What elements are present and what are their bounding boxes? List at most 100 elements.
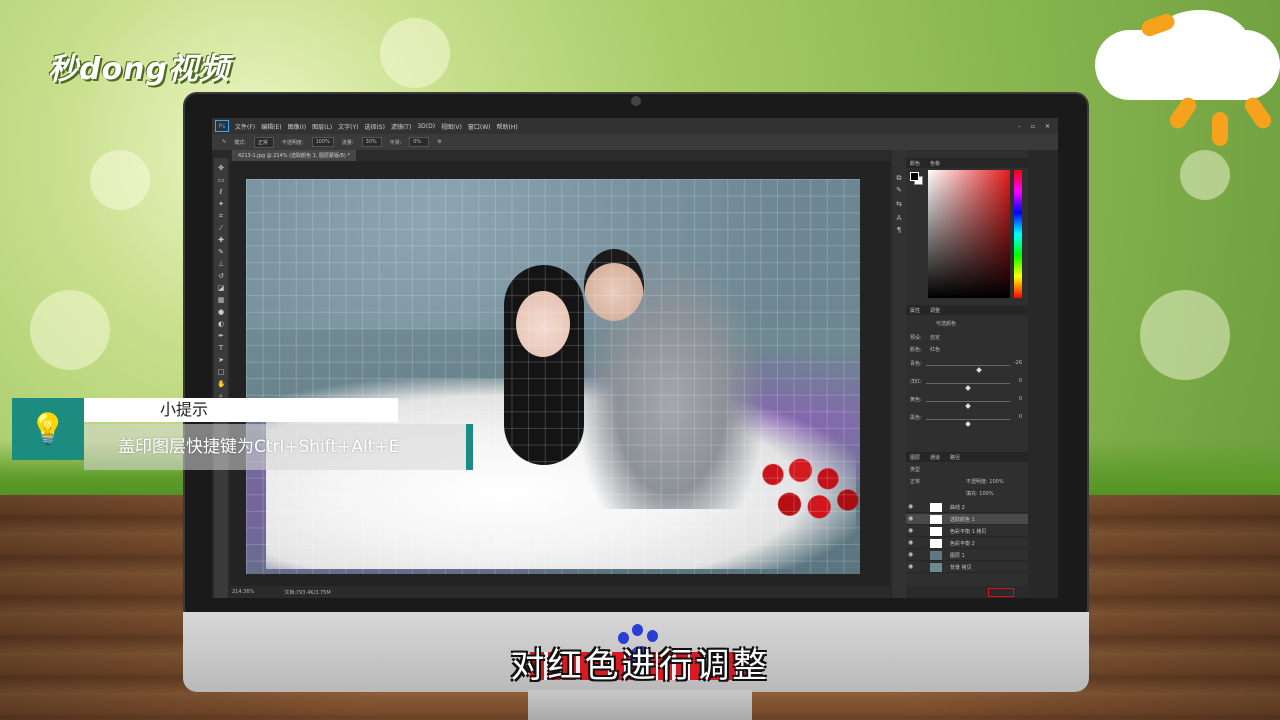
type-tool-icon[interactable]: T [217, 344, 225, 352]
crop-tool-icon[interactable]: ⌗ [217, 212, 225, 220]
menu-item-file[interactable]: 文件(F) [235, 122, 255, 131]
healing-brush-icon[interactable]: ✚ [217, 236, 225, 244]
properties-title-text: 可选颜色 [936, 321, 957, 327]
menu-item-view[interactable]: 视图(V) [441, 122, 462, 131]
eyedropper-icon[interactable]: ⁄ [217, 224, 225, 232]
slider-yellow[interactable]: 黄色: 0 [910, 396, 1022, 409]
slider-track[interactable] [926, 419, 1010, 427]
path-select-icon[interactable]: ➤ [217, 356, 225, 364]
doc-size: 文档:793.4K/3.75M [284, 589, 331, 596]
opacity-label: 不透明度: [281, 139, 304, 146]
hue-slider[interactable] [1014, 170, 1022, 298]
new-adjustment-layer-button[interactable] [988, 588, 1014, 597]
slider-magenta[interactable]: 洋红: 0 [910, 378, 1022, 391]
menu-item-image[interactable]: 图像(I) [288, 122, 306, 131]
webcam [631, 96, 641, 106]
slider-value[interactable]: 0 [1019, 396, 1022, 402]
color-picker-field[interactable] [928, 170, 1010, 298]
foreground-color-swatch[interactable] [910, 172, 919, 181]
slider-black[interactable]: 黑色: 0 [910, 414, 1022, 427]
bokeh-light [90, 150, 150, 210]
bokeh-light [1140, 290, 1230, 380]
layer-opacity[interactable]: 不透明度: 100% [966, 478, 1004, 485]
slider-value[interactable]: 0 [1019, 414, 1022, 420]
tab-layers[interactable]: 图层 [910, 454, 920, 461]
tab-swatches[interactable]: 色板 [930, 160, 940, 167]
menu-item-filter[interactable]: 滤镜(T) [391, 122, 411, 131]
brush-icon[interactable]: ✎ [222, 139, 226, 145]
slider-track[interactable] [926, 401, 1010, 409]
menu-item-edit[interactable]: 编辑(E) [261, 122, 281, 131]
layer-row[interactable]: ◉ 色彩平衡 1 拷贝 [906, 526, 1028, 537]
eye-icon[interactable]: ◉ [908, 552, 914, 558]
tab-properties[interactable]: 属性 [910, 307, 920, 314]
dodge-tool-icon[interactable]: ◐ [217, 320, 225, 328]
eraser-icon[interactable]: ◪ [217, 284, 225, 292]
eye-icon[interactable]: ◉ [908, 504, 914, 510]
paragraph-icon[interactable]: ¶ [895, 226, 903, 234]
zoom-level[interactable]: 214.36% [232, 589, 254, 595]
brush-settings-icon[interactable]: ✎ [895, 186, 903, 194]
gradient-icon[interactable]: ▦ [217, 296, 225, 304]
opacity-field[interactable]: 100% [311, 137, 334, 147]
menu-item-layer[interactable]: 图层(L) [312, 122, 332, 131]
slider-thumb[interactable] [976, 367, 982, 373]
eye-icon[interactable]: ◉ [908, 516, 914, 522]
preset-select[interactable]: 自定 [930, 334, 940, 341]
menu-item-help[interactable]: 帮助(H) [497, 122, 518, 131]
layer-row[interactable]: ◉ 曲线 2 [906, 502, 1028, 513]
blend-mode-select[interactable]: 正常 [910, 479, 920, 485]
eye-icon[interactable]: ◉ [908, 528, 914, 534]
slider-thumb[interactable] [965, 403, 971, 409]
flow-field[interactable]: 30% [361, 137, 382, 147]
minimize-icon[interactable]: – [1018, 123, 1021, 130]
slider-cyan[interactable]: 青色: -26 [910, 360, 1022, 373]
smooth-field[interactable]: 0% [409, 137, 430, 147]
tab-adjustments[interactable]: 调整 [930, 307, 940, 314]
marquee-tool-icon[interactable]: ▭ [217, 176, 225, 184]
pen-tool-icon[interactable]: ✒ [217, 332, 225, 340]
properties-title: 可选颜色 [910, 320, 1022, 328]
layer-row[interactable]: ◉ 图层 1 [906, 550, 1028, 561]
slider-track[interactable] [926, 365, 1010, 373]
maximize-icon[interactable]: ▫ [1031, 123, 1035, 130]
wedding-photo[interactable] [246, 179, 860, 574]
slider-value[interactable]: -26 [1014, 360, 1022, 366]
eye-icon[interactable]: ◉ [908, 540, 914, 546]
layer-row[interactable]: ◉ 选取颜色 1 [906, 514, 1028, 525]
document-tab[interactable]: 4213-1.jpg @ 214% (选取颜色 1, 图层蒙版/8) * [232, 150, 356, 161]
tab-color[interactable]: 颜色 [910, 160, 920, 167]
history-icon[interactable]: ⧉ [895, 174, 903, 182]
gear-icon[interactable]: ⚙ [437, 139, 441, 145]
slider-value[interactable]: 0 [1019, 378, 1022, 384]
mode-select[interactable]: 正常 [253, 136, 274, 148]
layer-row[interactable]: ◉ 背景 拷贝 [906, 562, 1028, 573]
slider-track[interactable] [926, 383, 1010, 391]
brush-presets-icon[interactable]: ⇆ [895, 200, 903, 208]
move-tool-icon[interactable]: ✥ [217, 164, 225, 172]
canvas-area[interactable] [230, 161, 890, 586]
layer-fill[interactable]: 填充: 100% [966, 490, 994, 497]
eye-icon[interactable]: ◉ [908, 564, 914, 570]
tab-channels[interactable]: 通道 [930, 454, 940, 461]
close-icon[interactable]: ✕ [1045, 123, 1050, 130]
menu-item-select[interactable]: 选择(S) [364, 122, 385, 131]
brush-tool-icon[interactable]: ✎ [217, 248, 225, 256]
slider-thumb[interactable] [965, 385, 971, 391]
magic-wand-icon[interactable]: ✦ [217, 200, 225, 208]
slider-thumb[interactable] [965, 421, 971, 427]
menu-item-3d[interactable]: 3D(D) [417, 123, 435, 130]
tab-paths[interactable]: 路径 [950, 454, 960, 461]
character-icon[interactable]: A [895, 214, 903, 222]
stamp-tool-icon[interactable]: ⊥ [217, 260, 225, 268]
blur-tool-icon[interactable]: ● [217, 308, 225, 316]
menu-item-type[interactable]: 文字(Y) [338, 122, 358, 131]
menu-item-window[interactable]: 窗口(W) [468, 122, 491, 131]
history-brush-icon[interactable]: ↺ [217, 272, 225, 280]
layer-row[interactable]: ◉ 色彩平衡 2 [906, 538, 1028, 549]
colors-select[interactable]: 红色 [930, 346, 940, 353]
layer-kind-select[interactable]: 类型 [910, 467, 920, 473]
lasso-tool-icon[interactable]: ℓ [217, 188, 225, 196]
rectangle-tool-icon[interactable]: □ [217, 368, 225, 376]
hand-tool-icon[interactable]: ✋ [217, 380, 226, 388]
